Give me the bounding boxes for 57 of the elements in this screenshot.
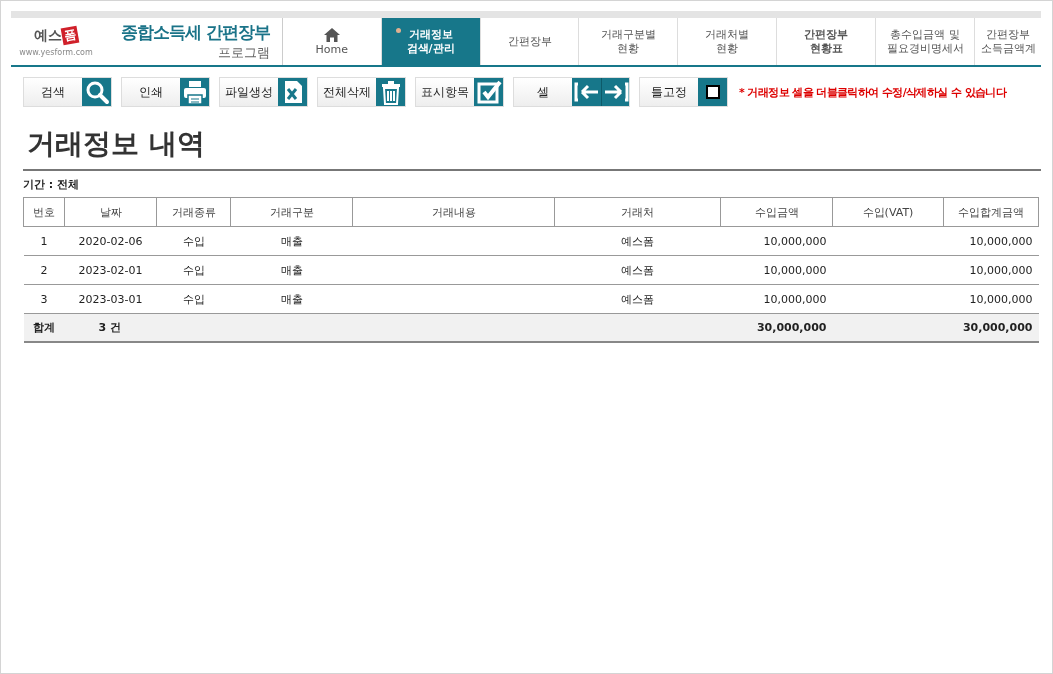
table-cell: 2023-03-01 <box>78 292 143 306</box>
nav-tab[interactable]: 간편장부 현황표 <box>777 18 877 65</box>
nav-tab[interactable]: 거래처별 현황 <box>678 18 778 65</box>
nav-tab[interactable]: 총수입금액 및 필요경비명세서 <box>876 18 976 65</box>
table-cell: 예스폼 <box>621 292 654 306</box>
table-cell: 수입 <box>182 292 205 306</box>
page-title: 거래정보 내역 <box>27 126 206 162</box>
nav-tab[interactable]: 간편장부 <box>480 18 580 65</box>
table-cell: 10,000,000 <box>763 263 827 277</box>
notice-text: * 거래정보 셀을 더블클릭하여 수정/삭제하실 수 있습니다 <box>739 84 1007 100</box>
column-header: 수입금액 <box>720 197 833 227</box>
total-amount: 30,000,000 <box>756 321 827 334</box>
app-subtitle: 프로그램 <box>217 44 270 62</box>
total-label: 합계 <box>33 321 55 334</box>
table-cell: 매출 <box>280 292 303 306</box>
table-cell: 2020-02-06 <box>78 234 143 248</box>
toolbar-button[interactable]: 파일생성 <box>219 77 308 107</box>
nav-tab[interactable]: 거래정보 검색/관리 <box>381 18 481 65</box>
logo[interactable]: 예스 폼 www.yesform.com <box>11 18 101 65</box>
toolbar-button[interactable]: 틀고정 <box>639 77 728 107</box>
table-cell: 10,000,000 <box>763 234 827 248</box>
table-cell: 예스폼 <box>621 234 654 248</box>
table-cell: 매출 <box>280 263 303 277</box>
column-header: 거래처 <box>554 197 721 227</box>
column-header: 거래내용 <box>352 197 555 227</box>
table-cell: 1 <box>40 234 48 248</box>
toolbar-button[interactable]: 인쇄 <box>121 77 210 107</box>
table-cell: 3 <box>40 292 48 306</box>
table-cell: 수입 <box>182 263 205 277</box>
total-amount: 30,000,000 <box>962 321 1033 334</box>
toolbar-button[interactable]: 표시항목 <box>415 77 504 107</box>
toolbar-button[interactable]: 검색 <box>23 77 112 107</box>
home-icon <box>322 26 341 43</box>
column-header: 수입합계금액 <box>943 197 1039 227</box>
column-header: 번호 <box>23 197 65 227</box>
toolbar-button[interactable]: 전체삭제 <box>317 77 406 107</box>
column-header: 수입(VAT) <box>832 197 944 227</box>
nav-tab[interactable]: 간편장부 소득금액계 <box>975 18 1041 65</box>
column-header: 거래종류 <box>156 197 231 227</box>
column-header: 날짜 <box>64 197 157 227</box>
table-cell: 10,000,000 <box>969 292 1033 306</box>
app-title: 종합소득세 간편장부 <box>120 21 270 44</box>
dot-icon <box>395 28 401 33</box>
table-cell: 매출 <box>280 234 303 248</box>
table-cell: 10,000,000 <box>969 263 1033 277</box>
table-cell: 예스폼 <box>621 263 654 277</box>
nav-tab[interactable]: 거래구분별 현황 <box>579 18 679 65</box>
nav-tab[interactable]: Home <box>282 18 382 65</box>
table-cell: 수입 <box>182 234 205 248</box>
table-cell: 2 <box>40 263 48 277</box>
column-header: 거래구분 <box>230 197 353 227</box>
total-count: 3 건 <box>98 321 121 334</box>
toolbar-button[interactable]: 셀 <box>513 77 630 107</box>
table-cell: 10,000,000 <box>763 292 827 306</box>
table-cell: 10,000,000 <box>969 234 1033 248</box>
table-cell: 2023-02-01 <box>78 263 143 277</box>
period-label: 기간 : 전체 <box>23 169 1041 191</box>
